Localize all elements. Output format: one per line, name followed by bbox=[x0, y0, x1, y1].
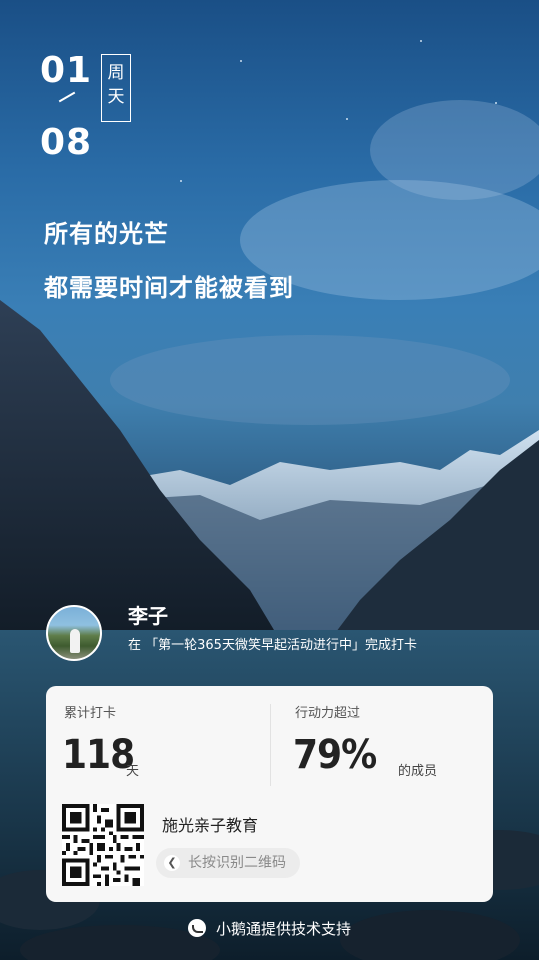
total-checkin-value: 118 bbox=[62, 732, 135, 778]
qr-hint-label: 长按识别二维码 bbox=[188, 855, 286, 871]
star-icon bbox=[346, 118, 348, 120]
star-icon bbox=[420, 40, 422, 42]
total-checkin-unit: 天 bbox=[126, 764, 140, 779]
qr-code-icon[interactable] bbox=[62, 804, 144, 886]
star-icon bbox=[180, 180, 182, 182]
organization-name: 施光亲子教育 bbox=[162, 816, 259, 835]
date-month: 08 bbox=[40, 122, 93, 163]
quote-line-1: 所有的光芒 bbox=[44, 219, 169, 248]
action-label: 行动力超过 bbox=[295, 706, 361, 721]
star-icon bbox=[495, 102, 497, 104]
xiaoetong-logo-icon bbox=[187, 919, 206, 937]
quote-line-2: 都需要时间才能被看到 bbox=[44, 273, 294, 302]
qr-scan-hint: ❮ 长按识别二维码 bbox=[156, 848, 300, 878]
stats-card: 累计打卡 行动力超过 118 天 79% 的成员 施光亲子教育 ❮ 长按识别二维… bbox=[46, 686, 493, 902]
action-unit: 的成员 bbox=[398, 764, 438, 779]
footer: 小鹅通提供技术支持 bbox=[0, 918, 539, 939]
action-value: 79% bbox=[293, 732, 377, 778]
checkin-poster: 01 08 周 天 所有的光芒 都需要时间才能被看到 李子 在 「第一轮365天… bbox=[0, 0, 539, 960]
weekday-char: 周 bbox=[107, 63, 125, 83]
star-icon bbox=[240, 60, 242, 62]
chevron-left-icon: ❮ bbox=[164, 855, 180, 871]
total-checkin-label: 累计打卡 bbox=[64, 706, 117, 721]
weekday-box: 周 天 bbox=[101, 54, 131, 122]
avatar bbox=[46, 605, 102, 661]
checkin-description: 在 「第一轮365天微笑早起活动进行中」完成打卡 bbox=[128, 638, 417, 653]
stats-divider bbox=[270, 704, 271, 786]
user-name: 李子 bbox=[128, 604, 168, 628]
weekday-char: 天 bbox=[107, 87, 125, 107]
footer-text: 小鹅通提供技术支持 bbox=[215, 920, 351, 938]
date-day: 01 bbox=[40, 50, 93, 91]
